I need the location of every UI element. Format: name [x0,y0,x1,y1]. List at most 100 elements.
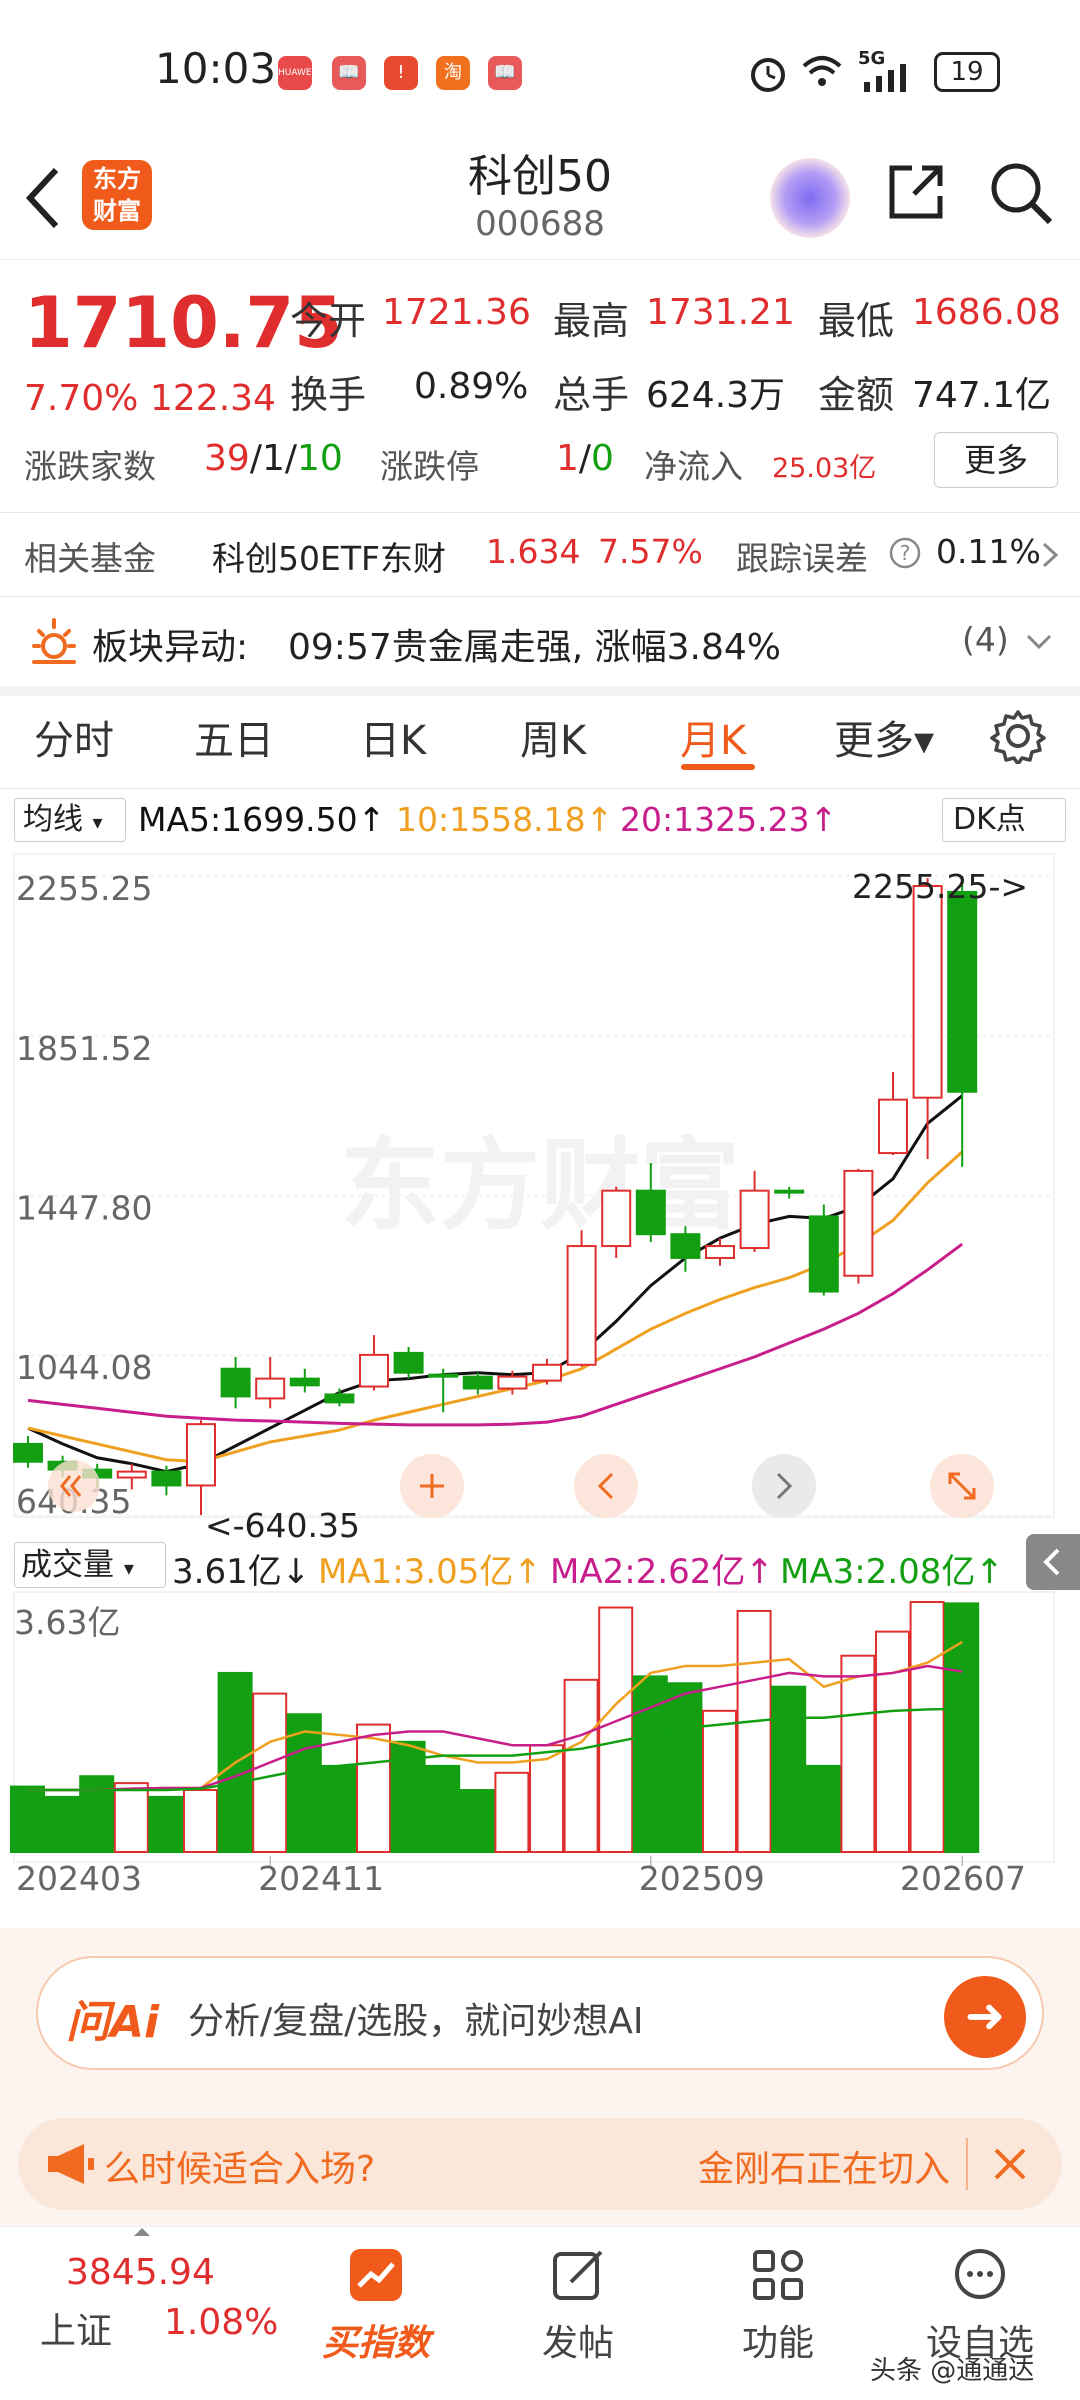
volume-bar [771,1685,807,1854]
y-tick-label: 1851.52 [16,1029,152,1068]
chart-up-icon [350,2249,402,2301]
y-tick-label: 1447.80 [16,1189,152,1228]
announcement-bar[interactable]: 么时候适合入场? 金刚石正在切入 [18,2118,1062,2210]
candle-down [324,1393,355,1404]
search-icon[interactable] [988,160,1054,226]
ma20-value: 20:1325.23↑ [620,800,838,839]
index-name[interactable]: 上证 [40,2302,112,2354]
sector-count: (4) [962,620,1009,659]
watermark: 东方财富 [340,1127,740,1244]
help-icon[interactable]: ? [888,536,922,570]
change-percent: 7.70% [24,378,139,419]
share-icon[interactable] [886,162,946,222]
ai-brand: 问Ai [66,1997,160,2048]
nav-functions[interactable]: 功能 [708,2246,848,2366]
related-fund-row[interactable]: 相关基金 科创50ETF东财 1.634 7.57% 跟踪误差 ? 0.11% [0,514,1080,594]
ai-search-bar[interactable]: 问Ai 分析/复盘/选股，就问妙想AI [36,1956,1044,2070]
volume-bar [10,1785,45,1853]
index-value[interactable]: 3845.94 [66,2252,215,2293]
collapse-panel-button[interactable] [1026,1534,1080,1590]
tab-more[interactable]: 更多▾ [834,708,934,766]
volume-label: 总手 [553,373,630,417]
next-control-icon[interactable] [752,1454,816,1518]
y-axis-labels: 2255.251851.521447.801044.08640.35 [16,869,152,1521]
chevron-down-icon [1026,634,1052,650]
limit-label: 涨跌停 [380,447,479,486]
volume-bar [598,1606,634,1853]
candle-down [808,1215,839,1293]
x-tick-label: 202403 [16,1859,142,1898]
candle-down [462,1375,493,1390]
svg-text:?: ? [900,541,911,565]
ai-assistant-icon[interactable] [770,158,850,238]
amount-label: 金额 [818,373,895,417]
candle-up [705,1245,735,1259]
x-tick-label: 202411 [258,1859,384,1898]
volume-selector[interactable]: 成交量 ▾ [14,1542,166,1588]
low-label: 最低 [818,299,895,343]
tab-daily-k[interactable]: 日K [360,708,426,766]
nav-post[interactable]: 发帖 [508,2246,648,2366]
volume-ma3: MA3:2.08亿↑ [780,1552,1004,1592]
fund-name: 科创50ETF东财 [212,539,446,578]
chevron-left-icon [1043,1548,1060,1576]
tracking-error-label: 跟踪误差 [736,539,868,578]
max-price-label: 2255.25-> [852,867,1028,906]
limit-values: 1/0 [556,438,614,479]
zoom-in-control-icon[interactable] [400,1454,464,1518]
candle-down [289,1377,320,1387]
tab-five-day[interactable]: 五日 [194,708,274,766]
dk-point-button[interactable]: DK点 [942,798,1066,842]
volume-bar [667,1682,703,1853]
y-tick-label: 2255.25 [16,869,152,908]
candle-down [13,1442,43,1463]
tab-intraday[interactable]: 分时 [34,708,114,766]
alarm-icon [751,58,785,92]
announcement-divider [966,2138,968,2190]
nav-buy-index[interactable]: 买指数 [306,2246,446,2366]
more-quote-button[interactable]: 更多 [934,432,1058,488]
settings-gear-icon[interactable] [990,708,1046,764]
fullscreen-control-icon[interactable] [930,1454,994,1518]
breadth-values: 39/1/10 [204,438,343,479]
volume-bar [44,1795,80,1853]
candle-up [739,1189,770,1250]
low-value: 1686.08 [912,292,1061,333]
indicator-selector[interactable]: 均线 ▾ [14,798,126,842]
sector-label: 板块异动: [92,627,249,668]
nav-watchlist[interactable]: 设自选 [910,2246,1050,2366]
book-app-icon: 📖 [332,56,366,90]
taobao-app-icon: 淘 [436,56,470,90]
candle-up [255,1377,286,1400]
close-icon[interactable] [988,2142,1032,2186]
tab-monthly-k[interactable]: 月K [680,708,746,766]
announcement-right: 金刚石正在切入 [698,2149,951,2190]
fund-price: 1.634 [486,532,581,571]
prev-control-icon[interactable] [574,1454,638,1518]
ai-submit-arrow-icon[interactable]: ➜ [944,1976,1026,2058]
open-label: 今开 [290,299,367,343]
nav-label: 发帖 [541,2323,614,2364]
tracking-error-value: 0.11% [936,532,1041,571]
volume-bar [148,1795,184,1853]
volume-ma2: MA2:2.62亿↑ [550,1552,774,1592]
megaphone-icon [48,2144,94,2184]
sector-alert-row[interactable]: 板块异动: 09:57贵金属走强, 涨幅3.84% (4) [0,598,1080,684]
active-tab-indicator [681,764,755,770]
volume-max-label: 3.63亿 [14,1603,120,1642]
index-percent[interactable]: 1.08% [164,2302,278,2343]
kline-chart[interactable]: 东方财富 2255.251851.521447.801044.08640.35 … [0,850,1080,1928]
ma5-value: MA5:1699.50↑ [138,800,386,839]
candle-down [151,1470,182,1487]
huawei-app-icon: HUAWEI [278,56,314,90]
wifi-icon [802,56,842,86]
netflow-label: 净流入 [644,447,743,486]
tab-weekly-k[interactable]: 周K [520,708,586,766]
high-label: 最高 [553,299,630,343]
book-app-icon-2: 📖 [488,56,522,90]
rewind-control-icon[interactable] [48,1460,100,1512]
nav-label: 功能 [741,2323,814,2364]
volume-value: 624.3万 [646,375,786,416]
amount-value: 747.1亿 [912,375,1052,416]
open-value: 1721.36 [382,292,531,333]
